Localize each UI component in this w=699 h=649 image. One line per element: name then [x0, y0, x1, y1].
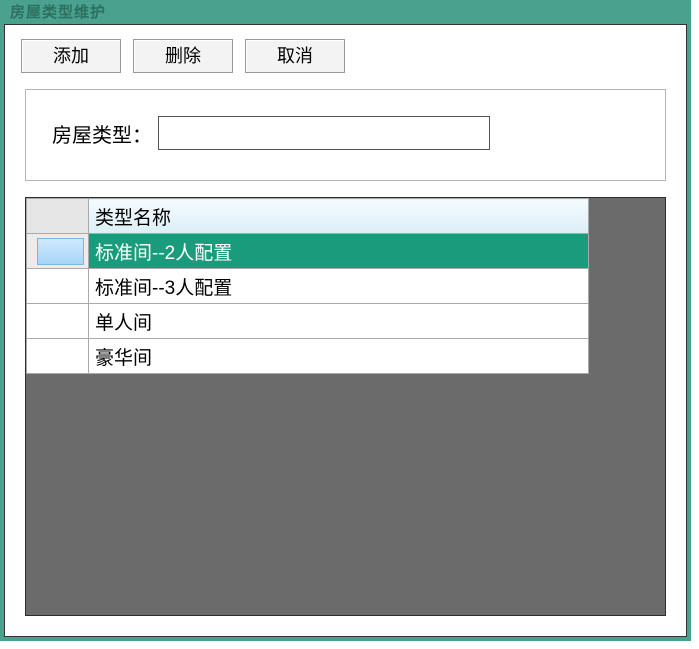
table-row[interactable]: 单人间 [27, 304, 589, 339]
grid-corner [27, 199, 89, 234]
row-header[interactable] [27, 269, 89, 304]
grid-wrapper: 类型名称 标准间--2人配置 标准间--3人配置 单人间 [25, 197, 666, 616]
add-button[interactable]: 添加 [21, 39, 121, 73]
cell-name[interactable]: 豪华间 [89, 339, 589, 374]
form-panel: 房屋类型： [25, 89, 666, 181]
row-header[interactable] [27, 304, 89, 339]
client-area: 添加 删除 取消 房屋类型： 类型名称 标准间--2人配置 [4, 24, 687, 637]
cell-name[interactable]: 标准间--3人配置 [89, 269, 589, 304]
table-row[interactable]: 标准间--3人配置 [27, 269, 589, 304]
table-row[interactable]: 豪华间 [27, 339, 589, 374]
toolbar: 添加 删除 取消 [5, 25, 686, 89]
main-window: 房屋类型维护 添加 删除 取消 房屋类型： 类型名称 [0, 0, 691, 641]
window-title: 房屋类型维护 [2, 2, 689, 24]
column-header-name[interactable]: 类型名称 [89, 199, 589, 234]
cell-name[interactable]: 标准间--2人配置 [89, 234, 589, 269]
room-type-grid[interactable]: 类型名称 标准间--2人配置 标准间--3人配置 单人间 [26, 198, 589, 374]
row-header[interactable] [27, 234, 89, 269]
delete-button[interactable]: 删除 [133, 39, 233, 73]
row-header[interactable] [27, 339, 89, 374]
cell-name[interactable]: 单人间 [89, 304, 589, 339]
table-row[interactable]: 标准间--2人配置 [27, 234, 589, 269]
cancel-button[interactable]: 取消 [245, 39, 345, 73]
type-label: 房屋类型： [52, 119, 152, 148]
room-type-input[interactable] [158, 116, 490, 150]
